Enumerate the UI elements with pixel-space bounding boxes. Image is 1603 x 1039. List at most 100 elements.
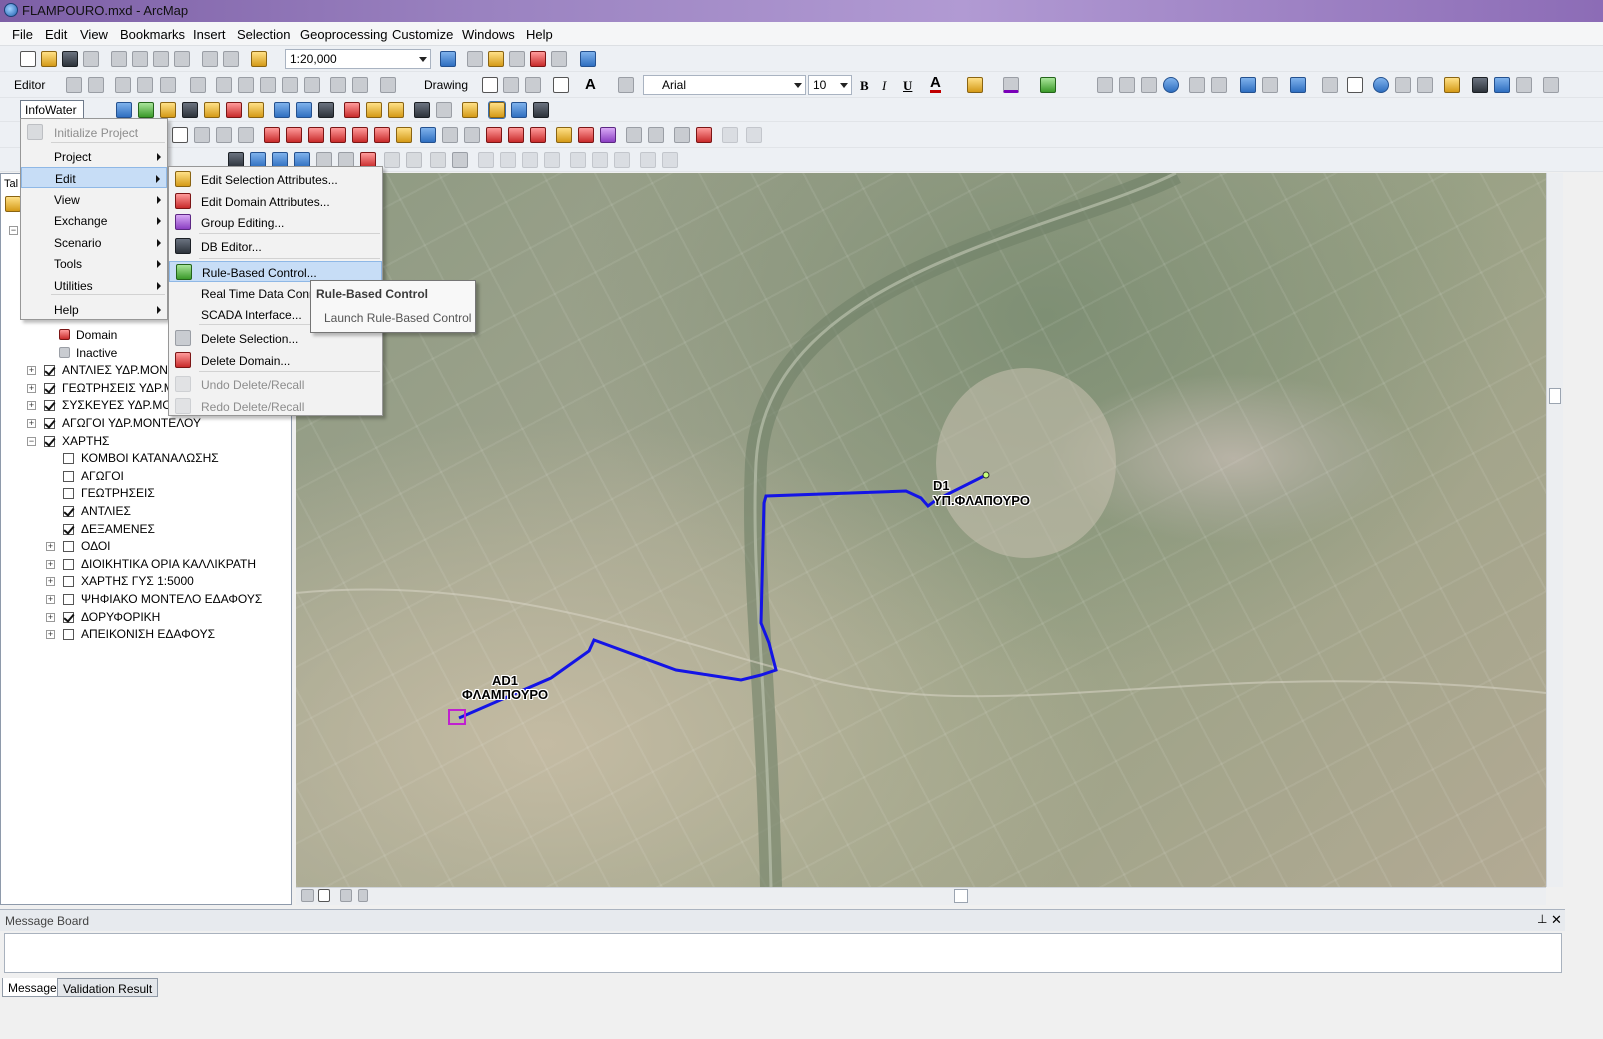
search-window-icon[interactable] [509,51,525,67]
sweep-icon[interactable] [640,152,656,168]
menu-file[interactable]: File [12,27,33,42]
report-icon[interactable] [204,102,220,118]
toc-layer-label[interactable]: ΑΝΤΛΙΕΣ [81,504,131,518]
underline-button[interactable]: U [903,78,912,94]
clear-selection-icon[interactable] [1322,77,1338,93]
add-data-icon[interactable] [251,51,267,67]
menu-bookmarks[interactable]: Bookmarks [120,27,185,42]
undo-icon[interactable] [202,51,218,67]
infowater-menu-item[interactable]: Scenario [21,232,167,253]
drawing-menu[interactable]: Drawing [424,78,468,92]
hydrant-icon[interactable] [388,102,404,118]
fixed-zoom-in-icon[interactable] [1189,77,1205,93]
query-display-icon[interactable] [406,152,422,168]
toc-layer-label[interactable]: ΧΑΡΤΗΣ [62,434,109,448]
facility-icon[interactable] [160,102,176,118]
reshape-icon[interactable] [238,77,254,93]
toc-expander[interactable]: + [46,559,55,569]
toc-expander[interactable]: − [27,436,36,446]
query-icon[interactable] [414,102,430,118]
open-folder-icon[interactable] [41,51,57,67]
split-pipe-icon[interactable] [264,127,280,143]
select-arrow-icon[interactable] [172,127,188,143]
infowater-menu-item[interactable]: Tools [21,253,167,274]
select-elements-icon[interactable] [482,77,498,93]
insert-node-icon[interactable] [286,127,302,143]
italic-button[interactable]: I [882,78,886,94]
add-link-icon[interactable] [238,127,254,143]
print-icon[interactable] [83,51,99,67]
select-network-icon[interactable] [488,101,506,119]
flow-arrow-icon[interactable] [430,152,446,168]
new-document-icon[interactable] [20,51,36,67]
split-icon[interactable] [282,77,298,93]
toc-layer-checkbox[interactable] [44,435,55,447]
toc-expander[interactable]: + [27,419,36,428]
polygon-icon[interactable] [500,152,516,168]
full-extent-globe-icon[interactable] [1163,77,1179,93]
network-view-icon[interactable] [452,152,468,168]
font-size-combo[interactable]: 10 [808,75,852,95]
zoom-out-icon[interactable] [1119,77,1135,93]
connect-icon[interactable] [352,127,368,143]
box-icon[interactable] [478,152,494,168]
circle-select-icon[interactable] [522,152,538,168]
go-to-xy-icon[interactable] [1516,77,1532,93]
redo-delete-icon[interactable] [746,127,762,143]
map-scale-combo[interactable]: 1:20,000 [285,49,431,69]
rotate-element-icon[interactable] [503,77,519,93]
select-features-icon[interactable] [1290,77,1306,93]
message-board-area[interactable] [4,933,1562,973]
select-downstream-icon[interactable] [442,127,458,143]
menu-view[interactable]: View [80,27,108,42]
toc-layer-checkbox[interactable] [63,576,74,588]
refresh-icon[interactable] [340,889,352,902]
toc-layer-label[interactable]: ΓΕΩΤΡΗΣΕΙΣ [81,486,155,500]
toc-layer-checkbox[interactable] [63,453,74,465]
hyperlink-icon[interactable] [1395,77,1411,93]
toc-layer-checkbox[interactable] [63,611,74,623]
undo-delete-icon[interactable] [722,127,738,143]
marker-color-icon[interactable] [1040,77,1056,93]
menu-insert[interactable]: Insert [193,27,226,42]
layers-expander[interactable]: − [9,226,18,235]
toc-layer-checkbox[interactable] [63,523,74,535]
edit-submenu-item[interactable]: Redo Delete/Recall [169,396,382,417]
toc-layer-checkbox[interactable] [44,382,55,394]
callout-icon[interactable] [618,77,634,93]
link-chain-icon[interactable] [511,102,527,118]
cut-polygons-icon[interactable] [260,77,276,93]
copy-icon[interactable] [132,51,148,67]
trace-icon[interactable] [160,77,176,93]
toc-expander[interactable]: + [46,542,55,552]
zone-icon[interactable] [614,152,630,168]
infowater-menu-button[interactable]: InfoWater [20,100,84,119]
paste-icon[interactable] [153,51,169,67]
menu-edit[interactable]: Edit [45,27,67,42]
font-color-button[interactable]: A [930,75,941,93]
erase-icon[interactable] [396,127,412,143]
toc-layer-checkbox[interactable] [63,470,74,482]
infowater-menu-item[interactable]: Edit [21,167,167,188]
edit-attributes-icon[interactable] [556,127,572,143]
pin-icon[interactable]: ⊥ [1537,912,1547,926]
toc-layer-label[interactable]: ΔΕΞΑΜΕΝΕΣ [81,522,155,536]
tank-node[interactable] [982,471,990,479]
zoom-in-icon[interactable] [1097,77,1113,93]
editor-toolbar-icon[interactable] [440,51,456,67]
edit-submenu-item[interactable]: Edit Selection Attributes... [169,169,382,190]
toc-expander[interactable]: + [27,366,36,376]
table-icon[interactable] [248,102,264,118]
toc-layer-checkbox[interactable] [44,400,55,412]
toc-tab-label[interactable]: Tal [4,178,18,190]
line-select-icon[interactable] [544,152,560,168]
back-arrow-icon[interactable] [1240,77,1256,93]
close-icon[interactable]: ✕ [1551,912,1562,928]
delete-selection-icon[interactable] [674,127,690,143]
list-by-drawing-order-icon[interactable] [5,196,21,212]
select-elements-arrow-icon[interactable] [1347,77,1363,93]
arctoolbox-icon[interactable] [530,51,546,67]
vertical-scroll-thumb[interactable] [1549,388,1561,404]
buffer-icon[interactable] [592,152,608,168]
simplify-icon[interactable] [648,127,664,143]
